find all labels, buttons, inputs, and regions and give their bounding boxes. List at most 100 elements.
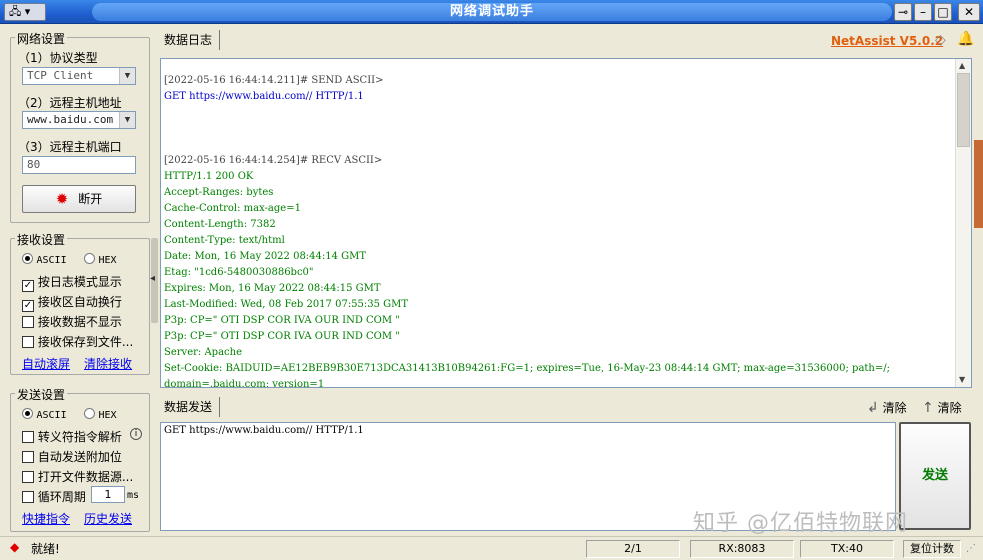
log-line: GET https://www.baidu.com// HTTP/1.1 [164, 91, 364, 102]
scroll-up-icon[interactable]: ▲ [959, 61, 965, 70]
receive-option-auto-wrap[interactable]: ✓ 接收区自动换行 [22, 293, 122, 312]
arrow-down-left-icon: ↲ [867, 400, 879, 416]
protocol-select[interactable]: TCP Client ▼ [22, 67, 136, 85]
send-history-link[interactable]: 历史发送 [84, 510, 132, 527]
receive-hex-radio[interactable]: HEX [84, 253, 117, 266]
checkbox-unchecked-icon [22, 491, 34, 503]
disconnect-label: 断开 [78, 192, 103, 206]
network-settings-label: 网络设置 [15, 30, 68, 47]
brand-link[interactable]: NetAssist V5.0.2 [831, 34, 943, 48]
checkbox-unchecked-icon [22, 451, 34, 463]
log-line: HTTP/1.1 200 OK [164, 171, 254, 182]
status-rx: RX:8083 [690, 540, 794, 558]
auto-append-checkbox[interactable]: 自动发送附加位 [22, 448, 122, 465]
info-icon[interactable]: i [130, 428, 142, 440]
log-line: domain=.baidu.com; version=1 [164, 379, 325, 388]
auto-scroll-link[interactable]: 自动滚屏 [22, 355, 70, 372]
cycle-label: 循环周期 [37, 490, 86, 504]
send-ascii-label: ASCII [36, 410, 67, 421]
cycle-checkbox[interactable]: 循环周期 [22, 488, 86, 505]
receive-settings-label: 接收设置 [15, 231, 68, 248]
clear-history-button[interactable]: ↑ 清除 [922, 399, 962, 416]
receive-option-save-file[interactable]: 接收保存到文件... [22, 333, 133, 350]
log-line: Expires: Mon, 16 May 2022 08:44:15 GMT [164, 283, 381, 294]
data-log-panel[interactable]: [2022-05-16 16:44:14.211]# SEND ASCII> GE… [160, 58, 972, 388]
clear-history-label: 清除 [937, 401, 962, 415]
clear-send-label: 清除 [882, 401, 907, 415]
reset-count-button[interactable]: 复位计数 [903, 540, 961, 558]
chevron-left-icon[interactable]: ◂ [150, 273, 155, 284]
auto-append-label: 自动发送附加位 [37, 450, 122, 464]
chevron-down-icon[interactable]: ▼ [119, 68, 135, 84]
status-flag-icon: ◆ [10, 540, 20, 554]
receive-option-hide-data[interactable]: 接收数据不显示 [22, 313, 122, 330]
radio-unselected-icon [84, 253, 95, 264]
receive-option-log-mode[interactable]: ✓ 按日志模式显示 [22, 273, 122, 292]
log-line: Content-Type: text/html [164, 235, 285, 246]
checkbox-unchecked-icon [22, 471, 34, 483]
send-hex-label: HEX [98, 410, 117, 421]
log-line: [2022-05-16 16:44:14.254]# RECV ASCII> [164, 155, 383, 166]
receive-option-label: 接收保存到文件... [37, 335, 134, 349]
send-settings-label: 发送设置 [15, 386, 68, 403]
log-line: Accept-Ranges: bytes [164, 187, 274, 198]
log-line: P3p: CP=" OTI DSP COR IVA OUR IND COM " [164, 315, 400, 326]
diamond-icon[interactable]: ◇ [935, 32, 946, 48]
port-label: （3）远程主机端口 [18, 140, 122, 154]
host-value: www.baidu.com [27, 113, 114, 126]
shortcut-command-link[interactable]: 快捷指令 [22, 510, 70, 527]
checkbox-unchecked-icon [22, 336, 34, 348]
clear-send-button[interactable]: ↲ 清除 [867, 399, 907, 416]
receive-option-label: 接收数据不显示 [37, 315, 122, 329]
red-light-icon: ✹ [55, 190, 69, 208]
escape-parse-checkbox[interactable]: 转义符指令解析 [22, 428, 122, 445]
pin-icon[interactable]: ⊸ [894, 3, 912, 21]
log-line: Etag: "1cd6-5480030886bc0" [164, 267, 314, 278]
disconnect-button[interactable]: ✹ 断开 [22, 185, 136, 213]
log-line: P3p: CP=" OTI DSP COR IVA OUR IND COM " [164, 331, 400, 342]
tab-data-send[interactable]: 数据发送 [160, 397, 220, 417]
log-scroll-thumb[interactable] [957, 73, 970, 147]
receive-ascii-radio[interactable]: ASCII [22, 253, 67, 266]
escape-parse-label: 转义符指令解析 [37, 430, 122, 444]
protocol-label: （1）协议类型 [18, 51, 98, 65]
log-line: Date: Mon, 16 May 2022 08:44:14 GMT [164, 251, 367, 262]
receive-ascii-label: ASCII [36, 255, 67, 266]
tab-data-log[interactable]: 数据日志 [160, 30, 220, 50]
open-file-source-checkbox[interactable]: 打开文件数据源... [22, 468, 133, 485]
cycle-period-input[interactable]: 1 [91, 486, 125, 503]
send-button[interactable]: 发送 [899, 422, 971, 530]
log-line: Cache-Control: max-age=1 [164, 203, 301, 214]
port-input[interactable]: 80 [22, 156, 136, 174]
maximize-icon[interactable]: □ [934, 3, 952, 21]
open-file-source-label: 打开文件数据源... [37, 470, 134, 484]
log-line: Last-Modified: Wed, 08 Feb 2017 07:55:35… [164, 299, 409, 310]
minimize-icon[interactable]: – [914, 3, 932, 21]
log-scrollbar[interactable]: ▲ ▼ [955, 59, 971, 387]
radio-selected-icon [22, 408, 33, 419]
close-icon[interactable]: ✕ [958, 3, 980, 21]
protocol-value: TCP Client [27, 69, 94, 82]
resize-grip-icon[interactable]: ⋰ [966, 543, 976, 554]
system-menu[interactable]: 🖧 ▾ [4, 3, 46, 21]
checkbox-unchecked-icon [22, 431, 34, 443]
send-hex-radio[interactable]: HEX [84, 408, 117, 421]
checkbox-unchecked-icon [22, 316, 34, 328]
host-label: （2）远程主机地址 [18, 96, 122, 110]
log-line: Server: Apache [164, 347, 242, 358]
send-ascii-radio[interactable]: ASCII [22, 408, 67, 421]
bell-icon[interactable]: 🔔 [957, 31, 974, 47]
window-title: 网络调试助手 [92, 3, 892, 21]
checkbox-checked-icon: ✓ [22, 280, 34, 292]
scroll-down-icon[interactable]: ▼ [959, 375, 965, 384]
receive-option-label: 接收区自动换行 [37, 295, 122, 309]
host-select[interactable]: www.baidu.com ▼ [22, 111, 136, 129]
clear-receive-link[interactable]: 清除接收 [84, 355, 132, 372]
log-line: Set-Cookie: BAIDUID=AE12BEB9B30E713DCA31… [164, 363, 890, 374]
watermark-text: 知乎 @亿佰特物联网 [693, 511, 908, 536]
cycle-unit: ms [127, 490, 140, 501]
radio-selected-icon [22, 253, 33, 264]
chevron-down-icon[interactable]: ▼ [119, 112, 135, 128]
status-tx: TX:40 [800, 540, 894, 558]
receive-option-label: 按日志模式显示 [37, 275, 122, 289]
